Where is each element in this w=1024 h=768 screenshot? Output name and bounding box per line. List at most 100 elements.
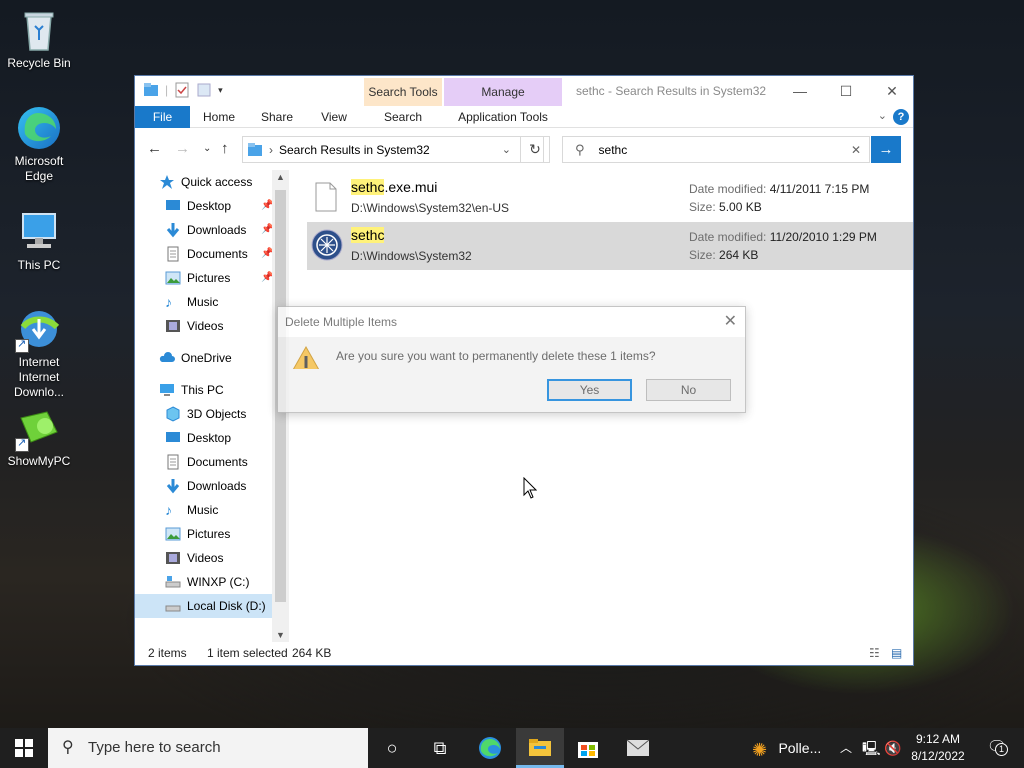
show-hidden-icons-chevron[interactable]: ︿ <box>840 728 852 768</box>
music-icon: ♪ <box>165 502 172 518</box>
customize-toolbar-icon[interactable]: ▾ <box>218 85 223 96</box>
address-bar[interactable]: › Search Results in System32 ⌄ <box>242 136 544 163</box>
nav-pc-local-disk-d[interactable]: Local Disk (D:) <box>135 594 272 618</box>
nav-this-pc[interactable]: This PC <box>159 378 224 402</box>
nav-qa-music[interactable]: ♪ Music <box>165 290 218 314</box>
up-button[interactable]: ↑ <box>221 140 229 157</box>
action-center-button[interactable]: 🗨 1 <box>982 728 1012 768</box>
help-icon[interactable]: ? <box>893 109 909 125</box>
details-view-icon[interactable]: ☷ <box>869 641 880 665</box>
tab-home[interactable]: Home <box>193 106 245 128</box>
nav-qa-desktop[interactable]: Desktop <box>165 194 231 218</box>
file-row[interactable]: sethc D:\Windows\System32 Date modified:… <box>307 222 913 270</box>
task-view-icon[interactable]: ⧉ <box>416 728 464 768</box>
desktop-icon <box>165 430 181 446</box>
pictures-icon <box>165 270 181 286</box>
file-name: sethc <box>351 227 385 243</box>
nav-onedrive[interactable]: OneDrive <box>159 346 232 370</box>
refresh-button[interactable]: ↻ <box>520 136 550 163</box>
search-value: sethc <box>598 142 628 157</box>
volume-muted-icon[interactable]: 🔇 <box>884 728 901 768</box>
contextual-tab-search-tools: Search Tools <box>364 78 442 106</box>
recent-locations-icon[interactable]: ⌄ <box>203 143 211 154</box>
dialog-close-icon[interactable]: ✕ <box>724 311 737 331</box>
size-value: 264 KB <box>719 248 759 262</box>
scroll-up-icon[interactable]: ▲ <box>276 172 285 182</box>
nav-qa-videos[interactable]: Videos <box>165 314 223 338</box>
tab-file[interactable]: File <box>135 106 190 128</box>
date-value: 4/11/2011 7:15 PM <box>769 182 870 196</box>
nav-pc-music[interactable]: ♪ Music <box>165 498 218 522</box>
back-button[interactable]: ← <box>147 140 162 157</box>
minimize-button[interactable]: — <box>777 76 823 106</box>
search-icon: ⚲ <box>62 739 74 756</box>
file-size: Size: 5.00 KB <box>689 200 762 214</box>
nav-pc-desktop[interactable]: Desktop <box>165 426 231 450</box>
nav-pc-documents[interactable]: Documents <box>165 450 248 474</box>
tab-application-tools[interactable]: Application Tools <box>444 106 562 128</box>
search-input[interactable]: ⚲ sethc ✕ <box>562 136 870 163</box>
status-selected: 1 item selected <box>207 646 288 660</box>
cortana-icon[interactable]: ○ <box>368 728 416 768</box>
file-row[interactable]: sethc.exe.mui D:\Windows\System32\en-US … <box>307 174 913 222</box>
yes-button[interactable]: Yes <box>547 379 632 401</box>
desktop-icon-edge[interactable]: Microsoft Edge <box>2 104 76 184</box>
nav-label: Downloads <box>187 479 247 493</box>
no-button[interactable]: No <box>646 379 731 401</box>
network-icon[interactable]: 🖳 <box>862 728 881 768</box>
file-explorer-taskbar-icon[interactable] <box>516 728 564 768</box>
nav-qa-pictures[interactable]: Pictures <box>165 266 230 290</box>
taskbar-search-placeholder: Type here to search <box>88 739 221 756</box>
mail-icon[interactable] <box>614 728 662 768</box>
nav-pc-pictures[interactable]: Pictures <box>165 522 230 546</box>
desktop-icon-showmypc[interactable]: ShowMyPC <box>2 404 76 469</box>
forward-button[interactable]: → <box>175 140 190 157</box>
window-title: sethc - Search Results in System32 <box>576 84 767 98</box>
properties-icon[interactable] <box>174 82 190 98</box>
nav-quick-access[interactable]: Quick access <box>159 170 252 194</box>
search-go-button[interactable]: → <box>871 136 901 163</box>
nav-qa-downloads[interactable]: Downloads <box>165 218 246 242</box>
tab-search[interactable]: Search <box>364 106 442 128</box>
nav-pc-videos[interactable]: Videos <box>165 546 223 570</box>
tab-view[interactable]: View <box>309 106 359 128</box>
pictures-icon <box>165 526 181 542</box>
maximize-button[interactable]: ☐ <box>823 76 869 106</box>
nav-pc-winxp-c[interactable]: WINXP (C:) <box>165 570 249 594</box>
edge-taskbar-icon[interactable] <box>466 728 514 768</box>
file-date: Date modified: 11/20/2010 1:29 PM <box>689 230 877 244</box>
computer-icon <box>159 382 175 398</box>
folder-icon[interactable] <box>143 82 159 98</box>
start-button[interactable] <box>0 728 48 768</box>
search-results-folder-icon <box>247 142 263 158</box>
nav-pc-downloads[interactable]: Downloads <box>165 474 246 498</box>
nav-pc-3d-objects[interactable]: 3D Objects <box>165 402 246 426</box>
microsoft-store-icon[interactable] <box>564 728 612 768</box>
weather-widget[interactable]: ✺ Polle... <box>752 728 821 768</box>
address-dropdown-icon[interactable]: ⌄ <box>502 143 511 156</box>
nav-label: Desktop <box>187 199 232 213</box>
nav-qa-documents[interactable]: Documents <box>165 242 248 266</box>
cloud-icon <box>159 350 175 366</box>
scroll-down-icon[interactable]: ▼ <box>276 630 285 640</box>
desktop-icon-recycle-bin[interactable]: Recycle Bin <box>2 6 76 71</box>
videos-icon <box>165 318 181 334</box>
notification-badge: 1 <box>995 743 1008 756</box>
clock[interactable]: 9:12 AM 8/12/2022 <box>904 731 972 765</box>
desktop-icon-this-pc[interactable]: This PC <box>2 208 76 273</box>
nav-label: 3D Objects <box>187 407 247 421</box>
desktop-icon-label: Internet Internet Downlo... <box>13 355 65 399</box>
desktop-icon-idm[interactable]: InternetInternet Downlo... <box>2 305 76 400</box>
expand-ribbon-icon[interactable]: ⌄ <box>878 109 887 122</box>
close-button[interactable]: ✕ <box>869 76 915 106</box>
new-folder-icon[interactable] <box>196 82 212 98</box>
nav-label: Quick access <box>181 175 253 189</box>
size-label: Size: <box>689 200 716 214</box>
tab-share[interactable]: Share <box>251 106 303 128</box>
showmypc-icon <box>15 404 63 452</box>
taskbar-search-box[interactable]: ⚲ Type here to search <box>48 728 368 768</box>
download-icon <box>165 222 181 238</box>
desktop-icon <box>165 198 181 214</box>
large-icons-view-icon[interactable]: ▤ <box>891 641 902 665</box>
clear-search-icon[interactable]: ✕ <box>851 143 861 157</box>
